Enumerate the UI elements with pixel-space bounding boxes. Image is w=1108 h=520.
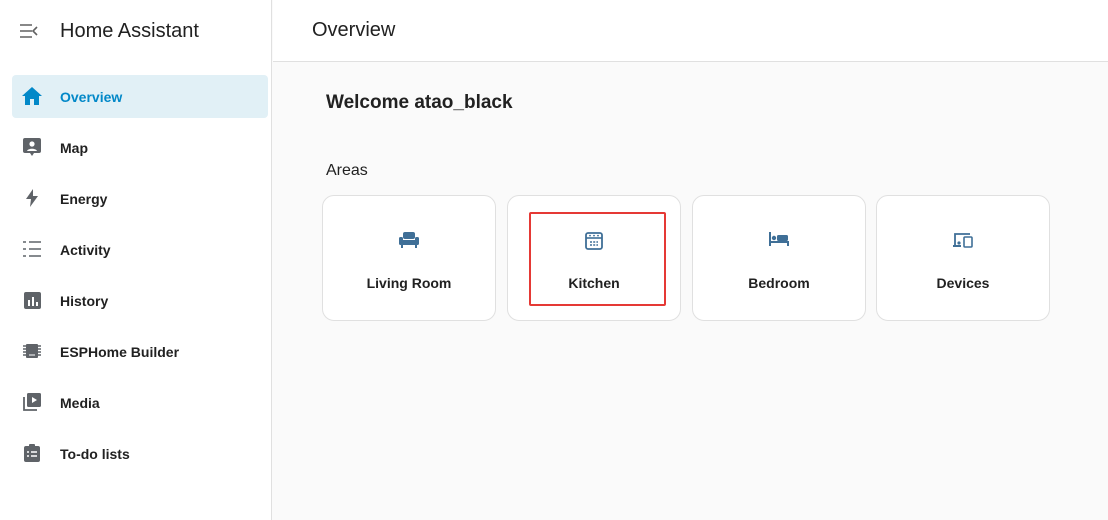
sidebar-item-overview[interactable]: Overview <box>12 75 268 118</box>
sidebar-item-label: Energy <box>60 190 108 207</box>
sofa-icon <box>323 232 495 250</box>
menu-collapse-icon[interactable] <box>19 21 39 41</box>
sidebar-item-esphome-builder[interactable]: ESPHome Builder <box>12 330 268 373</box>
area-card-devices[interactable]: Devices <box>876 195 1050 321</box>
area-card-label: Bedroom <box>748 275 810 291</box>
home-icon <box>22 86 42 106</box>
media-play-icon <box>22 392 42 412</box>
sidebar-item-history[interactable]: History <box>12 279 268 322</box>
activity-list-icon <box>22 239 42 259</box>
chip-icon <box>22 341 42 361</box>
history-chart-icon <box>22 290 42 310</box>
bed-icon <box>693 232 865 250</box>
sidebar-item-energy[interactable]: Energy <box>12 177 268 220</box>
sidebar-item-label: Media <box>60 394 100 411</box>
page-title: Overview <box>312 19 396 41</box>
sidebar: Home Assistant Overview Map Energy Activ… <box>0 0 272 520</box>
sidebar-item-map[interactable]: Map <box>12 126 268 169</box>
area-card-kitchen[interactable]: Kitchen <box>507 195 681 321</box>
devices-icon <box>877 232 1049 250</box>
areas-section-label: Areas <box>326 162 368 179</box>
area-card-bedroom[interactable]: Bedroom <box>692 195 866 321</box>
sidebar-item-label: ESPHome Builder <box>60 343 180 360</box>
area-card-label: Living Room <box>366 275 452 291</box>
clipboard-list-icon <box>22 443 42 463</box>
area-card-living-room[interactable]: Living Room <box>322 195 496 321</box>
sidebar-item-label: Overview <box>60 88 123 105</box>
map-icon <box>22 137 42 157</box>
sidebar-item-media[interactable]: Media <box>12 381 268 424</box>
sidebar-item-label: To-do lists <box>60 445 130 462</box>
top-app-bar: Overview <box>273 0 1108 62</box>
stove-icon <box>508 232 680 250</box>
sidebar-header: Home Assistant <box>0 0 271 62</box>
app-title: Home Assistant <box>60 19 199 42</box>
area-card-label: Devices <box>936 275 990 291</box>
sidebar-item-to-do-lists[interactable]: To-do lists <box>12 432 268 475</box>
area-card-label: Kitchen <box>568 275 620 291</box>
welcome-heading: Welcome atao_black <box>326 92 513 113</box>
sidebar-item-label: Map <box>60 139 88 156</box>
sidebar-item-label: History <box>60 292 109 309</box>
sidebar-item-label: Activity <box>60 241 111 258</box>
lightning-icon <box>22 188 42 208</box>
sidebar-item-activity[interactable]: Activity <box>12 228 268 271</box>
